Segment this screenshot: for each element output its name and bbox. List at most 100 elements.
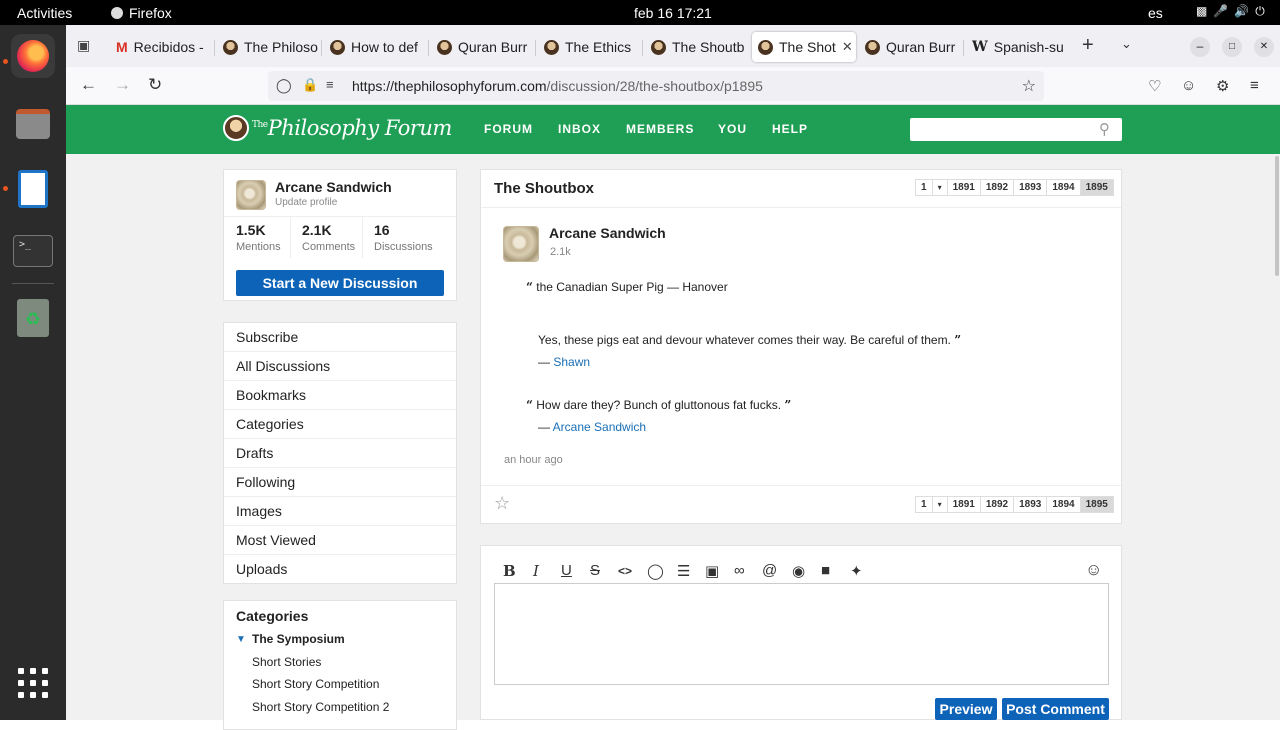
page-link[interactable]: 1894 — [1046, 180, 1079, 195]
bookmark-star-icon[interactable]: ☆ — [1022, 76, 1036, 96]
page-link[interactable]: 1894 — [1046, 497, 1079, 512]
category-item[interactable]: Short Story Competition 2 — [252, 700, 389, 714]
category-item[interactable]: Short Story Competition — [252, 677, 379, 691]
forward-icon[interactable]: → — [114, 75, 131, 95]
url-bar[interactable]: ◯ 🔒 ≡ https://thephilosophyforum.com/dis… — [268, 71, 1044, 101]
nav-forum[interactable]: FORUM — [484, 122, 533, 136]
lock-icon[interactable]: 🔒 — [302, 77, 318, 93]
comment-author[interactable]: Arcane Sandwich — [549, 225, 666, 241]
account-icon[interactable]: ☺ — [1181, 77, 1196, 94]
dock-writer[interactable] — [11, 167, 55, 211]
menu-categories[interactable]: Categories — [224, 410, 456, 439]
search-icon[interactable]: ⚲ — [1099, 120, 1110, 138]
avatar[interactable] — [236, 180, 266, 210]
stat-discussions[interactable]: 16 Discussions — [374, 222, 433, 253]
page-link[interactable]: 1891 — [946, 180, 980, 195]
permissions-icon[interactable]: ≡ — [326, 77, 334, 92]
site-logo-icon[interactable] — [223, 115, 249, 141]
show-apps-button[interactable] — [11, 661, 55, 705]
system-menu[interactable]: ▩ 🎤 🔊 ⏻ — [1196, 4, 1265, 19]
video-icon[interactable]: ■ — [821, 562, 830, 579]
update-profile-link[interactable]: Update profile — [275, 197, 337, 208]
quote-bubble-icon[interactable]: ◯ — [647, 562, 664, 580]
strikethrough-icon[interactable]: S — [590, 562, 600, 579]
emoji-icon[interactable]: ☺ — [1085, 560, 1102, 580]
tab-list-icon[interactable]: ▣ — [77, 37, 90, 54]
keyboard-layout[interactable]: es — [1148, 5, 1163, 21]
dock-firefox[interactable] — [11, 34, 55, 78]
minimize-icon[interactable]: – — [1190, 37, 1210, 57]
site-logo-text[interactable]: ThePhilosophy Forum — [252, 116, 452, 140]
image-icon[interactable]: ▣ — [705, 562, 719, 580]
site-search-input[interactable]: ⚲ — [910, 118, 1122, 141]
menu-following[interactable]: Following — [224, 468, 456, 497]
start-new-discussion-button[interactable]: Start a New Discussion — [236, 270, 444, 296]
page-link[interactable]: 1892 — [979, 180, 1013, 195]
profile-name[interactable]: Arcane Sandwich — [275, 179, 392, 195]
link-icon[interactable]: ∞ — [734, 562, 745, 579]
mention-icon[interactable]: @ — [762, 562, 777, 579]
tab[interactable]: The Philoso — [223, 32, 321, 62]
dock-files[interactable] — [11, 102, 55, 146]
scrollbar-thumb[interactable] — [1275, 156, 1279, 276]
activities-button[interactable]: Activities — [17, 5, 72, 21]
nav-help[interactable]: HELP — [772, 122, 808, 136]
shield-icon[interactable]: ◯ — [276, 77, 292, 94]
tab[interactable]: The Ethics — [544, 32, 642, 62]
tab[interactable]: Quran Burr — [437, 32, 535, 62]
page-link[interactable]: 1893 — [1013, 497, 1046, 512]
comment-timestamp[interactable]: an hour ago — [504, 454, 563, 466]
clock[interactable]: feb 16 17:21 — [634, 5, 712, 21]
spoiler-eye-icon[interactable]: ◉ — [792, 562, 805, 580]
tab[interactable]: W Spanish-su — [972, 32, 1070, 62]
category-item[interactable]: Short Stories — [252, 655, 321, 669]
reload-icon[interactable]: ↻ — [148, 75, 162, 95]
page-dropdown-icon[interactable]: ▾ — [931, 497, 947, 512]
close-tab-icon[interactable]: ✕ — [842, 39, 853, 55]
menu-icon[interactable]: ≡ — [1250, 77, 1259, 94]
page-link[interactable]: 1 — [916, 180, 932, 195]
list-icon[interactable]: ☰ — [677, 562, 690, 580]
page-link[interactable]: 1891 — [946, 497, 980, 512]
menu-all-discussions[interactable]: All Discussions — [224, 352, 456, 381]
nav-inbox[interactable]: INBOX — [558, 122, 601, 136]
back-icon[interactable]: ← — [80, 75, 97, 95]
collapse-triangle-icon[interactable]: ▼ — [236, 634, 246, 645]
stat-mentions[interactable]: 1.5K Mentions — [236, 222, 281, 253]
stat-comments[interactable]: 2.1K Comments — [302, 222, 355, 253]
user-link[interactable]: Shawn — [553, 355, 590, 369]
underline-icon[interactable]: U — [561, 562, 572, 579]
app-menu[interactable]: Firefox — [111, 5, 172, 21]
tab-active[interactable]: The Shot ✕ — [752, 32, 856, 62]
code-icon[interactable]: <> — [618, 564, 632, 578]
page-link[interactable]: 1 — [916, 497, 932, 512]
menu-most-viewed[interactable]: Most Viewed — [224, 526, 456, 555]
preview-button[interactable]: Preview — [935, 698, 997, 720]
new-tab-icon[interactable]: + — [1082, 34, 1094, 57]
bookmark-star-icon[interactable]: ☆ — [494, 493, 510, 514]
comment-textarea[interactable] — [494, 583, 1109, 685]
dock-trash[interactable]: ♻ — [11, 296, 55, 340]
tab-overflow-icon[interactable]: ⌄ — [1121, 36, 1132, 52]
menu-bookmarks[interactable]: Bookmarks — [224, 381, 456, 410]
post-comment-button[interactable]: Post Comment — [1002, 698, 1109, 720]
page-current[interactable]: 1895 — [1079, 497, 1113, 512]
nav-you[interactable]: YOU — [718, 122, 747, 136]
twitter-icon[interactable]: ✦ — [850, 562, 863, 580]
comment-avatar[interactable] — [503, 226, 539, 262]
page-link[interactable]: 1892 — [979, 497, 1013, 512]
tab[interactable]: Quran Burr — [865, 32, 963, 62]
extensions-icon[interactable]: ⚙ — [1216, 77, 1229, 95]
page-dropdown-icon[interactable]: ▾ — [931, 180, 947, 195]
menu-images[interactable]: Images — [224, 497, 456, 526]
tab[interactable]: How to def — [330, 32, 428, 62]
menu-subscribe[interactable]: Subscribe — [224, 323, 456, 352]
pocket-icon[interactable]: ♡ — [1148, 77, 1161, 95]
user-link[interactable]: Arcane Sandwich — [553, 420, 646, 434]
tab[interactable]: The Shoutb — [651, 32, 749, 62]
category-group[interactable]: The Symposium — [252, 632, 345, 646]
bold-icon[interactable]: B — [503, 562, 516, 580]
dock-terminal[interactable]: >_ — [11, 229, 55, 273]
italic-icon[interactable]: I — [533, 562, 539, 580]
url-text[interactable]: https://thephilosophyforum.com/discussio… — [352, 78, 763, 94]
